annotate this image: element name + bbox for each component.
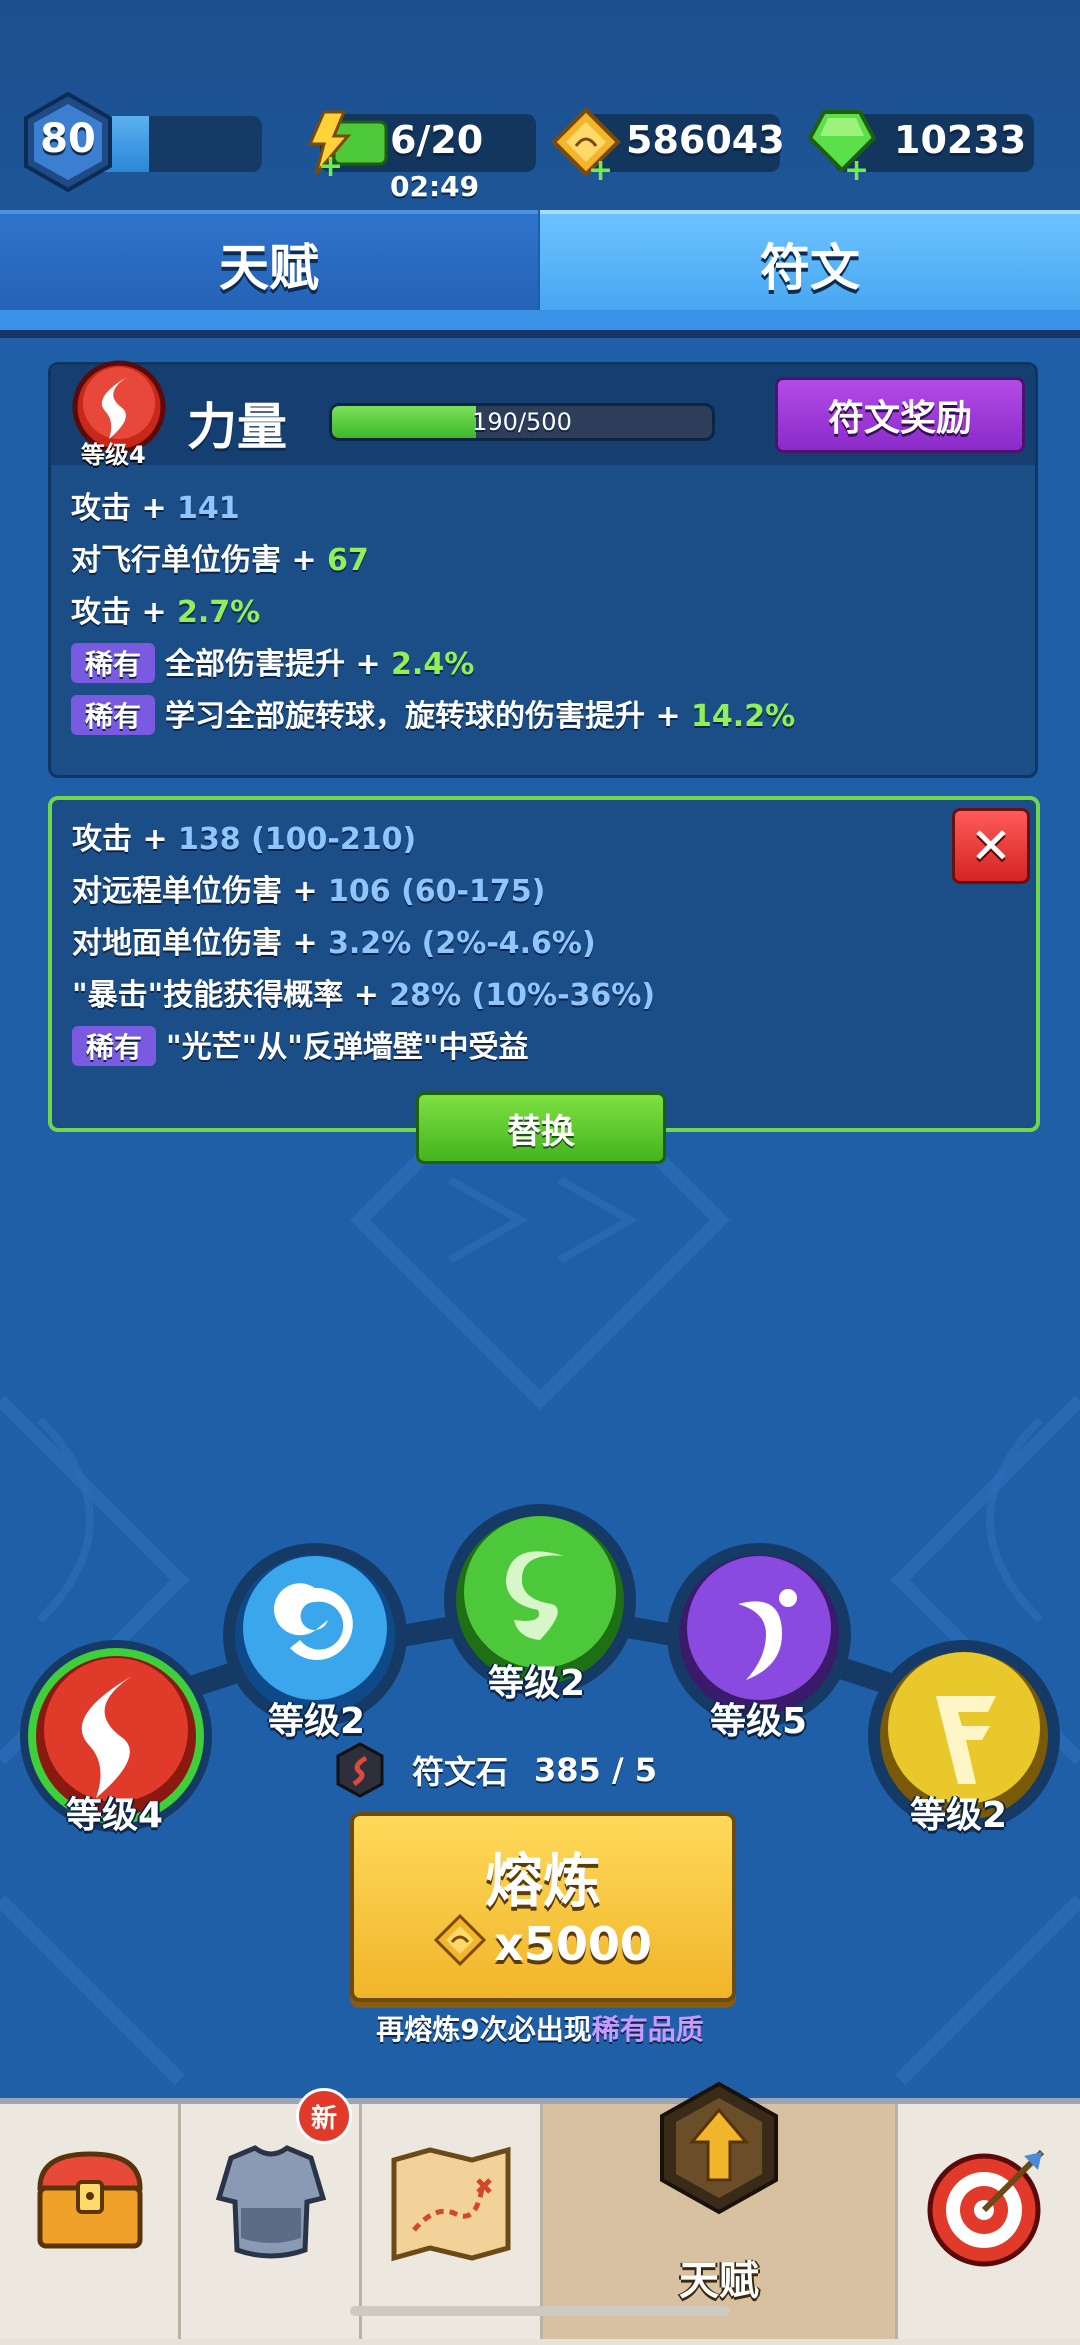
new-roll-card: 攻击 + 138 (100-210) 对远程单位伤害 + 106 (60-175… bbox=[48, 796, 1040, 1132]
runestone-label: 符文石 bbox=[412, 1753, 509, 1791]
energy-timer: 02:49 bbox=[390, 170, 480, 203]
gold-coin-icon: + bbox=[551, 107, 621, 182]
gold-value: 586043 bbox=[626, 118, 785, 162]
home-indicator bbox=[350, 2306, 730, 2316]
nav-item-map[interactable] bbox=[362, 2104, 543, 2339]
stat-label: 对地面单位伤害 + bbox=[72, 926, 329, 961]
stat-label: "暴击"技能获得概率 + bbox=[72, 978, 390, 1013]
smelt-button[interactable]: 熔炼 x5000 bbox=[350, 1812, 736, 2002]
rare-tag: 稀有 bbox=[72, 1026, 157, 1066]
close-button[interactable]: ✕ bbox=[952, 808, 1030, 884]
svg-text:+: + bbox=[588, 153, 613, 182]
stat-value: 14.2% bbox=[691, 699, 796, 734]
rune-level-label: 等级2 bbox=[910, 1795, 1008, 1836]
replace-button[interactable]: 替换 bbox=[416, 1092, 666, 1164]
stat-row: 攻击 + 2.7% bbox=[71, 587, 260, 631]
stat-row: 攻击 + 141 bbox=[71, 483, 240, 527]
runestone-icon bbox=[336, 1742, 384, 1798]
stat-label: 攻击 + bbox=[71, 491, 178, 526]
stat-label: 攻击 + bbox=[72, 822, 179, 857]
rune-level: 等级4 bbox=[81, 441, 146, 469]
rune-reward-button[interactable]: 符文奖励 bbox=[775, 377, 1025, 453]
stat-value: 2.7% bbox=[177, 595, 261, 630]
target-icon bbox=[927, 2149, 1045, 2267]
gem-value: 10233 bbox=[894, 118, 1027, 162]
xp-bar bbox=[100, 116, 262, 172]
rune-level-label: 等级4 bbox=[66, 1795, 164, 1836]
rare-tag: 稀有 bbox=[71, 643, 156, 683]
stat-row: 对远程单位伤害 + 106 (60-175) bbox=[72, 866, 545, 910]
hint-rare-text: 稀有品质 bbox=[591, 2013, 704, 2046]
stat-label: 对远程单位伤害 + bbox=[72, 874, 329, 909]
stat-value: 3.2% (2%-4.6%) bbox=[328, 926, 596, 961]
stat-label: 对飞行单位伤害 + bbox=[71, 543, 328, 578]
rune-name: 力量 bbox=[187, 398, 287, 456]
top-bar bbox=[0, 0, 1080, 210]
talent-arrow-icon bbox=[660, 2081, 778, 2215]
rune-level-label: 等级2 bbox=[268, 1701, 366, 1742]
new-badge: 新 bbox=[296, 2088, 352, 2144]
player-level-badge[interactable]: 80 bbox=[22, 92, 114, 192]
treasure-chest-icon bbox=[37, 2151, 143, 2249]
current-rune-card: 等级4 力量 190/500 符文奖励 攻击 + 141 对飞行单位伤害 + 6… bbox=[48, 360, 1038, 778]
tab-underline bbox=[0, 310, 1080, 338]
stat-value: 106 (60-175) bbox=[328, 874, 546, 909]
runestone-row: 符文石 385 / 5 bbox=[330, 1740, 657, 1800]
svg-text:+: + bbox=[318, 149, 343, 180]
hint-text: 再熔炼9次必出现 bbox=[376, 2013, 592, 2046]
svg-text:+: + bbox=[844, 153, 869, 182]
stat-value: 67 bbox=[327, 543, 369, 578]
stat-value: 141 bbox=[177, 491, 240, 526]
stat-row: 攻击 + 138 (100-210) bbox=[72, 814, 416, 858]
stat-label: 全部伤害提升 + bbox=[165, 647, 392, 682]
lightning-icon: + bbox=[307, 110, 388, 180]
smelt-title: 熔炼 bbox=[484, 1847, 601, 1915]
rare-tag: 稀有 bbox=[71, 695, 156, 735]
stat-value: 2.4% bbox=[391, 647, 475, 682]
stat-row: 稀有 学习全部旋转球，旋转球的伤害提升 + 14.2% bbox=[71, 691, 795, 735]
nav-label-talent: 天赋 bbox=[679, 2258, 759, 2304]
stat-value: 138 (100-210) bbox=[178, 822, 417, 857]
stat-row: 对地面单位伤害 + 3.2% (2%-4.6%) bbox=[72, 918, 596, 962]
nav-item-talent[interactable]: 天赋 bbox=[543, 2081, 898, 2339]
tab-talent[interactable]: 天赋 bbox=[0, 210, 538, 314]
nav-item-chest[interactable] bbox=[0, 2104, 181, 2339]
rune-level-label: 等级2 bbox=[488, 1663, 586, 1704]
stat-row: 稀有 全部伤害提升 + 2.4% bbox=[71, 639, 474, 683]
player-level: 80 bbox=[40, 116, 96, 162]
tab-rune[interactable]: 符文 bbox=[540, 210, 1080, 314]
rune-level-label: 等级5 bbox=[710, 1701, 808, 1742]
stat-row: "暴击"技能获得概率 + 28% (10%-36%) bbox=[72, 970, 655, 1014]
energy-value: 6/20 bbox=[390, 118, 484, 162]
stat-row: 对飞行单位伤害 + 67 bbox=[71, 535, 369, 579]
gold-coin-icon bbox=[434, 1913, 487, 1967]
smelt-hint: 再熔炼9次必出现稀有品质 bbox=[0, 2008, 1080, 2048]
stat-value: 28% (10%-36%) bbox=[389, 978, 656, 1013]
smelt-cost-value: x5000 bbox=[494, 1917, 652, 1971]
runestone-count: 385 / 5 bbox=[534, 1751, 658, 1789]
gem-icon: + bbox=[807, 110, 877, 182]
nav-item-target[interactable] bbox=[898, 2104, 1080, 2339]
stat-row: 稀有 "光芒"从"反弹墙壁"中受益 bbox=[72, 1022, 529, 1066]
stat-label: 学习全部旋转球，旋转球的伤害提升 + bbox=[165, 699, 692, 734]
smelt-cost: x5000 bbox=[354, 1913, 732, 1971]
rune-progress-text: 190/500 bbox=[472, 408, 572, 436]
map-icon bbox=[391, 2146, 511, 2262]
armor-icon bbox=[215, 2145, 327, 2259]
stat-label: "光芒"从"反弹墙壁"中受益 bbox=[166, 1030, 529, 1065]
stat-label: 攻击 + bbox=[71, 595, 178, 630]
